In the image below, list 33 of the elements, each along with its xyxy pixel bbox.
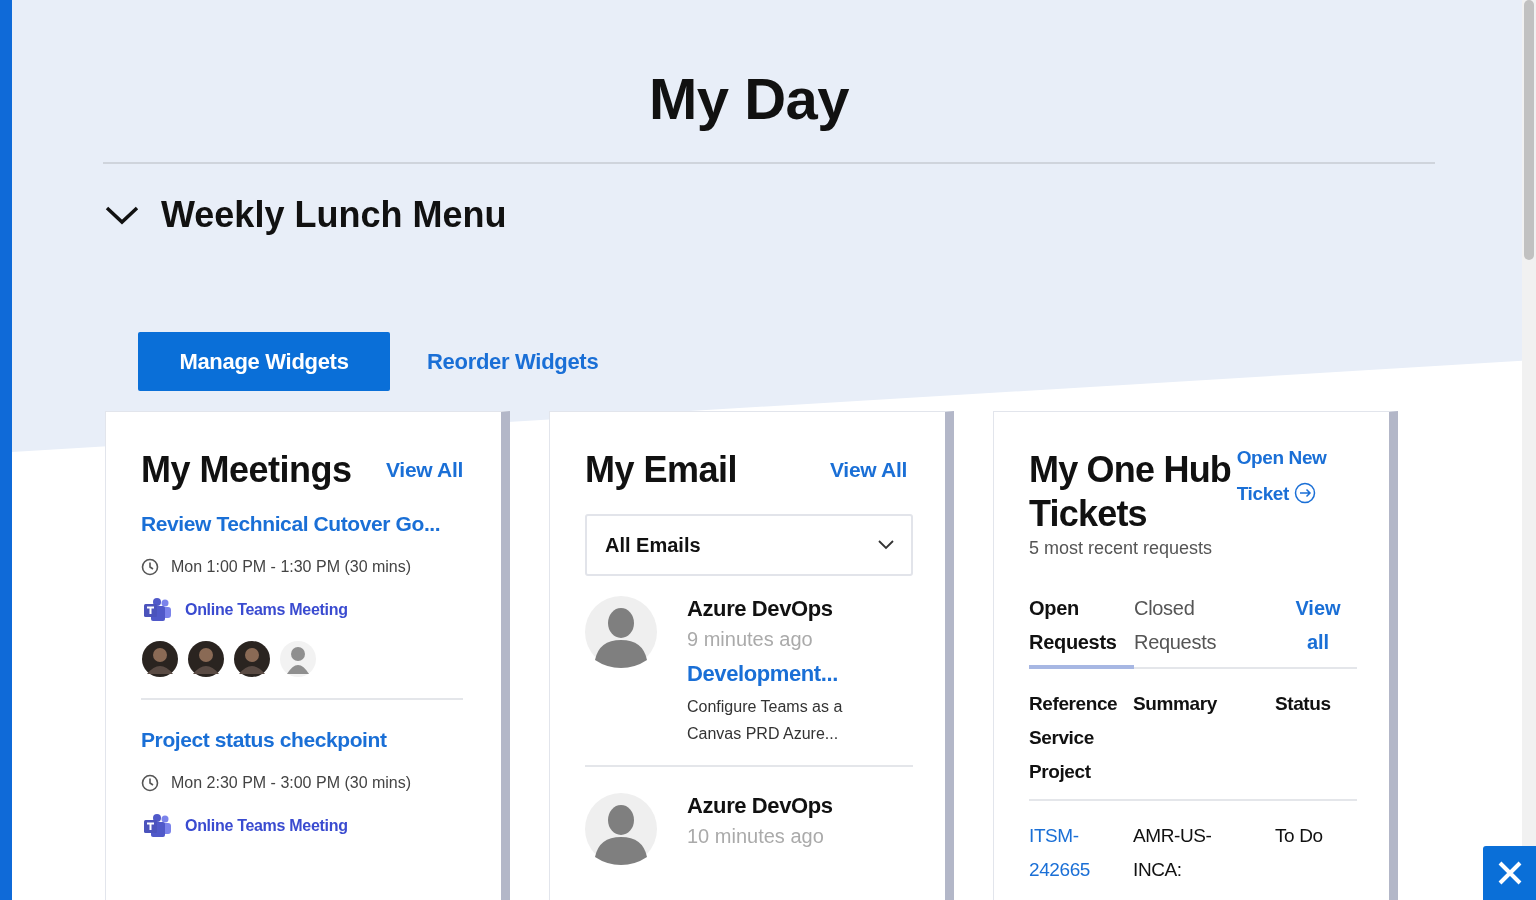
email-sender: Azure DevOps [687,793,833,819]
card-title: My Email [585,448,738,492]
teams-meeting-link[interactable]: Online Teams Meeting [185,817,348,835]
tickets-subtitle: 5 most recent requests [1029,538,1214,559]
email-sender: Azure DevOps [687,596,834,622]
table-cell-text: To Do [1275,824,1323,848]
view-all-link[interactable]: View All [830,458,907,482]
tickets-tab[interactable]: Closed Requests [1134,591,1264,665]
ticket-reference-link[interactable]: ITSM-242665 [1029,819,1133,887]
column-header: Summary [1133,692,1218,716]
page-title: My Day [647,65,851,133]
card-title: My Meetings [141,448,352,492]
email-filter-dropdown[interactable]: All Emails [585,514,913,576]
view-all-link[interactable]: View all [1293,591,1343,659]
email-time: 10 minutes ago [687,825,825,848]
section-toggle[interactable]: Weekly Lunch Menu [105,194,507,236]
table-cell-text: AMR-US-INCA: [1133,824,1213,882]
column-header: Status [1275,692,1331,716]
meeting-title-link[interactable]: Project status checkpoint [141,728,463,752]
teams-meeting-link[interactable]: Online Teams Meeting [185,601,348,619]
manage-widgets-button[interactable]: Manage Widgets [138,332,390,391]
tickets-tab[interactable]: Open Requests [1029,591,1134,669]
email-time: 9 minutes ago [687,628,814,651]
meeting-title-link[interactable]: Review Technical Cutover Go... [141,512,463,536]
card-title: My One Hub Tickets [1029,448,1232,536]
view-all-link[interactable]: View All [386,458,463,482]
open-new-ticket-link[interactable]: Open New Ticket [1236,440,1351,512]
column-header: Reference Service Project [1029,692,1119,784]
meeting-time: Mon 2:30 PM - 3:00 PM (30 mins) [171,774,412,792]
reorder-widgets-link[interactable]: Reorder Widgets [427,348,599,375]
email-subject-link[interactable]: Development... [687,661,877,687]
meeting-time: Mon 1:00 PM - 1:30 PM (30 mins) [171,558,412,576]
email-preview: Configure Teams as a Canvas PRD Azure... [687,697,844,744]
